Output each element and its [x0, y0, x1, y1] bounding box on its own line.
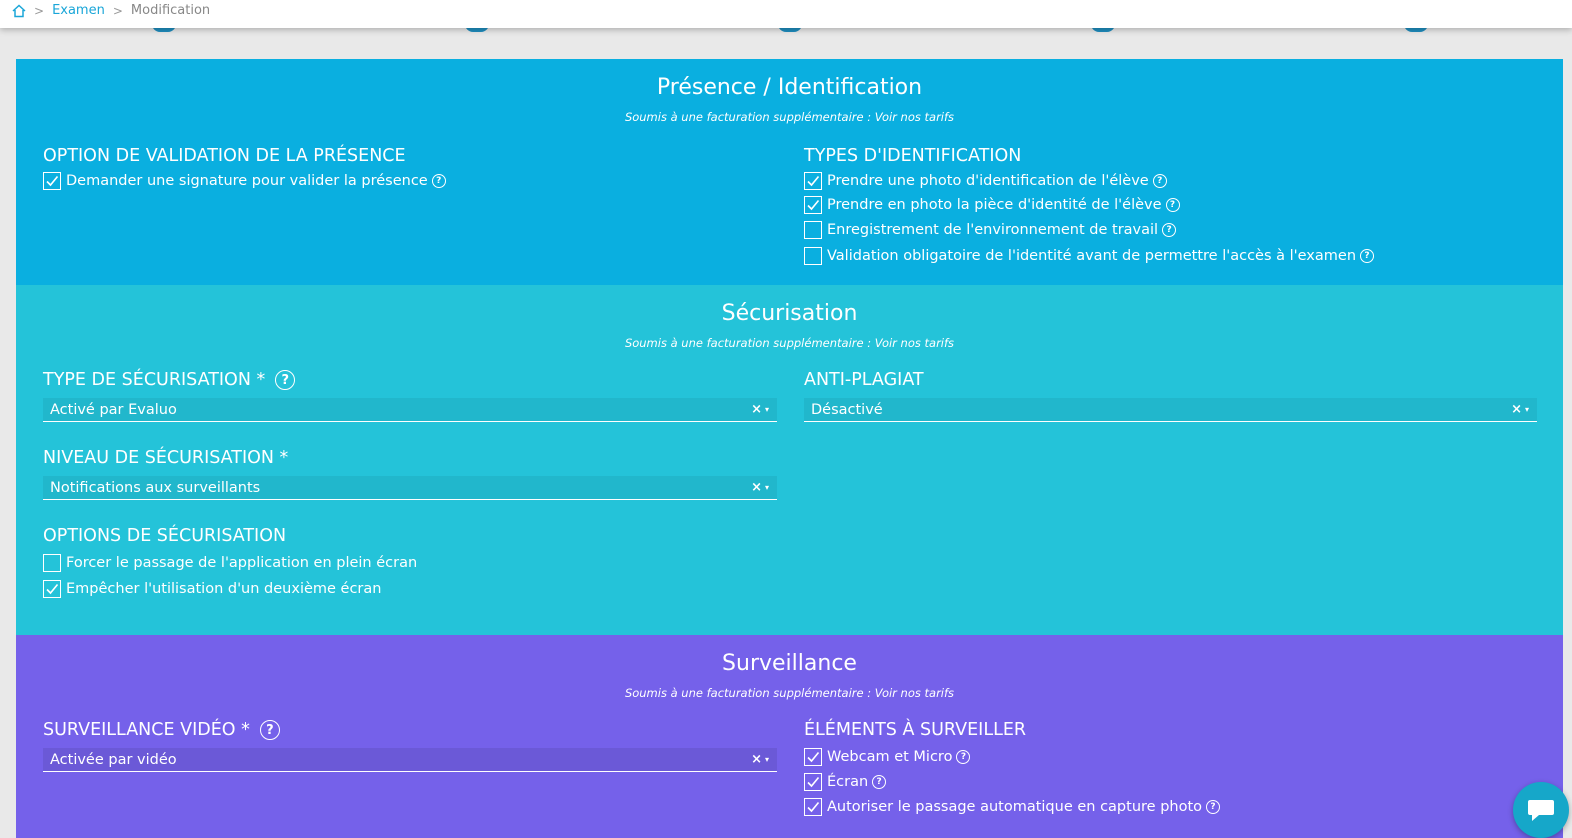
- section-title: Présence / Identification: [656, 75, 923, 100]
- group-title: OPTIONS DE SÉCURISATION: [43, 526, 286, 546]
- billing-note: Soumis à une facturation supplémentaire …: [624, 336, 955, 350]
- caret-down-icon[interactable]: ▾: [1525, 405, 1529, 414]
- help-icon[interactable]: ?: [872, 775, 887, 789]
- help-icon[interactable]: ?: [956, 750, 971, 764]
- clear-icon[interactable]: ×: [751, 402, 762, 417]
- group-title: ÉLÉMENTS À SURVEILLER: [804, 720, 1026, 740]
- checkbox-label: Empêcher l'utilisation d'un deuxième écr…: [66, 581, 382, 597]
- checkbox-label: Prendre en photo la pièce d'identité de …: [827, 197, 1162, 213]
- group-title: OPTION DE VALIDATION DE LA PRÉSENCE: [43, 146, 406, 166]
- group-title-text: ANTI-PLAGIAT: [804, 370, 924, 390]
- checkbox[interactable]: [43, 172, 61, 190]
- section-title: Sécurisation: [721, 301, 858, 326]
- checkbox[interactable]: [804, 172, 822, 190]
- home-icon[interactable]: [12, 3, 26, 18]
- select-value: Désactivé: [811, 401, 883, 418]
- help-icon[interactable]: ?: [1162, 223, 1177, 237]
- clear-icon[interactable]: ×: [751, 480, 762, 495]
- presence-section: Présence / Identification Soumis à une f…: [16, 59, 1563, 285]
- checkbox-label: Validation obligatoire de l'identité ava…: [827, 248, 1357, 264]
- group-title: TYPES D'IDENTIFICATION: [804, 146, 1021, 166]
- checkbox-label: Enregistrement de l'environnement de tra…: [827, 222, 1159, 238]
- check-option[interactable]: Prendre en photo la pièce d'identité de …: [804, 196, 1180, 214]
- checkbox[interactable]: [43, 580, 61, 598]
- anti-plagiat-select[interactable]: Désactivé × ▾: [804, 398, 1537, 422]
- caret-down-icon[interactable]: ▾: [765, 483, 769, 492]
- checkbox[interactable]: [804, 773, 822, 791]
- group-title-text: NIVEAU DE SÉCURISATION *: [43, 448, 289, 468]
- checkbox-label: Demander une signature pour valider la p…: [66, 173, 428, 189]
- clear-icon[interactable]: ×: [751, 752, 762, 767]
- checkbox[interactable]: [43, 554, 61, 572]
- caret-down-icon[interactable]: ▾: [765, 405, 769, 414]
- help-icon[interactable]: ?: [1206, 800, 1221, 814]
- breadcrumb: > Examen > Modification: [12, 3, 210, 18]
- select-value: Notifications aux surveillants: [50, 479, 261, 496]
- group-title-text: OPTION DE VALIDATION DE LA PRÉSENCE: [43, 146, 406, 166]
- check-option[interactable]: Autoriser le passage automatique en capt…: [804, 798, 1221, 816]
- group-title: NIVEAU DE SÉCURISATION *: [43, 448, 288, 468]
- select-controls: × ▾: [1511, 402, 1529, 417]
- clear-icon[interactable]: ×: [1511, 402, 1522, 417]
- page-edge: [1563, 28, 1572, 838]
- checkbox-label: Écran: [827, 774, 869, 790]
- help-icon[interactable]: ?: [259, 720, 280, 740]
- checkbox[interactable]: [804, 247, 822, 265]
- help-icon[interactable]: ?: [1360, 249, 1375, 263]
- billing-note: Soumis à une facturation supplémentaire …: [624, 686, 955, 700]
- checkbox[interactable]: [804, 748, 822, 766]
- caret-down-icon[interactable]: ▾: [765, 755, 769, 764]
- surveillance-section: Surveillance Soumis à une facturation su…: [16, 635, 1563, 838]
- checkbox[interactable]: [804, 196, 822, 214]
- group-title-text: TYPE DE SÉCURISATION *: [43, 370, 266, 390]
- check-option[interactable]: Forcer le passage de l'application en pl…: [43, 554, 417, 572]
- select-controls: × ▾: [751, 752, 769, 767]
- video-surveillance-select[interactable]: Activée par vidéo × ▾: [43, 748, 777, 772]
- chevron-right-icon: >: [112, 3, 123, 18]
- group-title-text: ÉLÉMENTS À SURVEILLER: [804, 720, 1027, 740]
- check-option[interactable]: Webcam et Micro ?: [804, 748, 971, 766]
- securisation-section: Sécurisation Soumis à une facturation su…: [16, 285, 1563, 635]
- help-icon[interactable]: ?: [1152, 174, 1167, 188]
- checkbox-label: Webcam et Micro: [827, 749, 953, 765]
- help-icon[interactable]: ?: [275, 370, 296, 390]
- securisation-level-select[interactable]: Notifications aux surveillants × ▾: [43, 476, 777, 500]
- breadcrumb-link-examen[interactable]: Examen: [52, 3, 105, 18]
- chevron-right-icon: >: [34, 3, 45, 18]
- select-value: Activée par vidéo: [50, 751, 177, 768]
- select-controls: × ▾: [751, 402, 769, 417]
- securisation-type-select[interactable]: Activé par Evaluo × ▾: [43, 398, 777, 422]
- checkbox-label: Prendre une photo d'identification de l'…: [827, 173, 1149, 189]
- group-title-text: TYPES D'IDENTIFICATION: [804, 146, 1022, 166]
- check-option[interactable]: Empêcher l'utilisation d'un deuxième écr…: [43, 580, 381, 598]
- select-value: Activé par Evaluo: [50, 401, 177, 418]
- chat-button[interactable]: [1513, 782, 1569, 838]
- check-option[interactable]: Demander une signature pour valider la p…: [43, 172, 446, 190]
- billing-note: Soumis à une facturation supplémentaire …: [624, 110, 955, 124]
- checkbox-label: Forcer le passage de l'application en pl…: [66, 555, 418, 571]
- top-bar: > Examen > Modification: [0, 0, 1572, 28]
- checkbox[interactable]: [804, 798, 822, 816]
- help-icon[interactable]: ?: [1165, 198, 1180, 212]
- check-option[interactable]: Prendre une photo d'identification de l'…: [804, 172, 1167, 190]
- group-title: SURVEILLANCE VIDÉO * ?: [43, 720, 280, 740]
- check-option[interactable]: Validation obligatoire de l'identité ava…: [804, 247, 1375, 265]
- section-title: Surveillance: [722, 651, 857, 676]
- chat-icon: [1528, 800, 1554, 821]
- group-title-text: OPTIONS DE SÉCURISATION: [43, 526, 287, 546]
- checkbox[interactable]: [804, 221, 822, 239]
- help-icon[interactable]: ?: [431, 174, 446, 188]
- breadcrumb-current: Modification: [130, 3, 211, 18]
- checkbox-label: Autoriser le passage automatique en capt…: [827, 799, 1203, 815]
- group-title: ANTI-PLAGIAT: [804, 370, 924, 390]
- check-option[interactable]: Écran ?: [804, 773, 887, 791]
- group-title-text: SURVEILLANCE VIDÉO *: [43, 720, 250, 740]
- group-title: TYPE DE SÉCURISATION * ?: [43, 370, 296, 390]
- check-option[interactable]: Enregistrement de l'environnement de tra…: [804, 221, 1177, 239]
- select-controls: × ▾: [751, 480, 769, 495]
